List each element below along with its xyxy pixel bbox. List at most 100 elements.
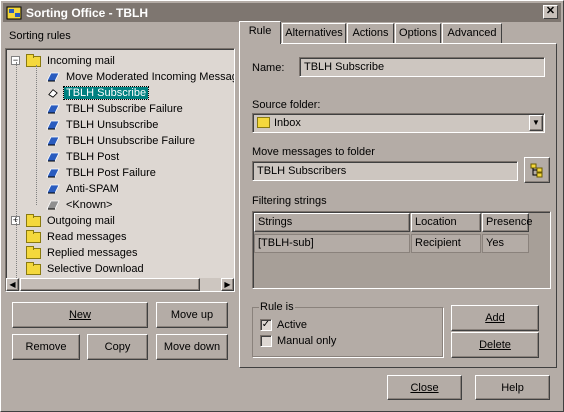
manual-only-label: Manual only [277, 335, 337, 347]
tree-folder[interactable]: Read messages [26, 229, 129, 245]
column-header-strings[interactable]: Strings [254, 213, 410, 232]
source-folder-select[interactable]: Inbox ▼ [252, 113, 545, 133]
tree-item-label: TBLH Unsubscribe Failure [66, 135, 195, 147]
scroll-thumb[interactable] [20, 278, 200, 291]
cell-location[interactable]: Recipient [411, 234, 481, 253]
tree-item-label: TBLH Post Failure [66, 167, 156, 179]
move-up-button[interactable]: Move up [156, 302, 228, 328]
copy-button[interactable]: Copy [87, 334, 148, 360]
browse-folder-button[interactable] [524, 157, 550, 183]
tree-rule[interactable]: TBLH Subscribe Failure [46, 101, 185, 117]
tree-folder[interactable]: Replied messages [26, 245, 140, 261]
active-checkbox[interactable]: ✓ [260, 319, 272, 331]
column-header-presence[interactable]: Presence [482, 213, 532, 232]
move-down-button[interactable]: Move down [156, 334, 228, 360]
sorting-rules-tree[interactable]: Incoming mail − Move Moderated Incoming Me… [5, 48, 235, 292]
tree-item-label: TBLH Post [66, 151, 120, 163]
tab-advanced[interactable]: Advanced [442, 23, 502, 43]
tree-folder[interactable]: Outgoing mail [26, 213, 117, 229]
manual-only-checkbox[interactable] [260, 335, 272, 347]
tree-item-label: <Known> [66, 199, 113, 211]
close-button[interactable]: Close [387, 375, 462, 400]
rule-icon [46, 200, 60, 210]
add-label: Add [485, 312, 505, 324]
tree-folder[interactable]: Incoming mail [26, 53, 117, 69]
tree-horizontal-scrollbar[interactable]: ◀ ▶ [6, 278, 234, 291]
cell-presence[interactable]: Yes [482, 234, 529, 253]
delete-button[interactable]: Delete [451, 332, 539, 358]
source-folder-value: Inbox [274, 117, 301, 129]
tree-rule[interactable]: <Known> [46, 197, 114, 213]
new-button[interactable]: New [12, 302, 148, 328]
help-label: Help [501, 382, 524, 394]
tab-advanced-label: Advanced [447, 27, 497, 39]
tree-item-label: Replied messages [47, 247, 138, 259]
cell-string[interactable]: [TBLH-sub] [254, 234, 410, 253]
tab-alternatives[interactable]: Alternatives [282, 23, 346, 43]
rule-icon [46, 104, 60, 114]
tab-rule[interactable]: Rule [239, 21, 281, 44]
tree-item-label: Incoming mail [47, 55, 115, 67]
name-label: Name: [252, 62, 285, 74]
rule-is-group: Rule is ✓ Active Manual only [252, 301, 443, 357]
tree-item-label: TBLH Subscribe [62, 86, 150, 100]
tree-rule[interactable]: Move Moderated Incoming Messag [46, 69, 235, 85]
title-bar: Sorting Office - TBLH ✕ [3, 3, 561, 22]
tree-rule[interactable]: TBLH Post Failure [46, 165, 158, 181]
rule-icon [46, 136, 60, 146]
new-button-label: New [68, 309, 91, 321]
tab-actions-label: Actions [352, 27, 389, 39]
rule-icon [46, 72, 60, 82]
move-down-label: Move down [163, 341, 221, 353]
folder-icon [26, 53, 41, 67]
tab-actions[interactable]: Actions [347, 23, 394, 43]
tab-alternatives-label: Alternatives [285, 27, 343, 39]
delete-label: Delete [479, 339, 511, 351]
folder-icon [26, 229, 41, 243]
close-window-button[interactable]: ✕ [543, 5, 558, 19]
move-to-folder-label: Move messages to folder [252, 146, 375, 158]
rule-is-label: Rule is [259, 301, 295, 313]
copy-label: Copy [104, 341, 131, 353]
tree-item-label: TBLH Subscribe Failure [66, 103, 183, 115]
column-header-location[interactable]: Location [411, 213, 481, 232]
move-up-label: Move up [170, 309, 214, 321]
remove-label: Remove [25, 341, 67, 353]
tree-rule[interactable]: TBLH Unsubscribe Failure [46, 133, 197, 149]
tab-options[interactable]: Options [395, 23, 441, 43]
manual-only-checkbox-row[interactable]: Manual only [260, 335, 336, 347]
arrow-right-icon: ▶ [224, 280, 231, 289]
rule-icon [46, 152, 60, 162]
help-button[interactable]: Help [475, 375, 550, 400]
rule-icon [46, 120, 60, 130]
rule-name-input[interactable]: TBLH Subscribe [299, 57, 545, 77]
filtering-strings-grid[interactable]: Strings Location Presence [TBLH-sub] Rec… [252, 211, 551, 289]
scroll-left-button[interactable]: ◀ [6, 278, 19, 291]
tree-rule[interactable]: TBLH Subscribe [46, 85, 150, 101]
arrow-left-icon: ◀ [9, 280, 16, 289]
tree-rule[interactable]: TBLH Post [46, 149, 121, 165]
window-title: Sorting Office - TBLH [26, 5, 148, 20]
tree-folder[interactable]: Selective Download [26, 261, 146, 277]
tree-item-label: Move Moderated Incoming Messag [66, 71, 235, 83]
rule-icon [46, 168, 60, 178]
chevron-down-icon: ▼ [532, 118, 540, 127]
source-folder-dropdown-button[interactable]: ▼ [529, 115, 543, 131]
active-label: Active [277, 319, 307, 331]
active-checkbox-row[interactable]: ✓ Active [260, 319, 307, 331]
folder-tree-icon [530, 163, 543, 178]
remove-button[interactable]: Remove [12, 334, 80, 360]
tab-rule-label: Rule [248, 25, 272, 37]
app-icon [6, 6, 22, 19]
filtering-strings-label: Filtering strings [252, 195, 327, 207]
tree-connector-line [16, 62, 17, 278]
tree-item-label: Outgoing mail [47, 215, 115, 227]
rule-edit-icon [48, 89, 58, 98]
scroll-right-button[interactable]: ▶ [221, 278, 234, 291]
tree-rule[interactable]: TBLH Unsubscribe [46, 117, 160, 133]
add-button[interactable]: Add [451, 305, 539, 331]
tab-options-label: Options [399, 27, 437, 39]
tree-rule[interactable]: Anti-SPAM [46, 181, 121, 197]
sorting-office-window: Sorting Office - TBLH ✕ Sorting rules In… [0, 0, 564, 412]
move-to-folder-input[interactable]: TBLH Subscribers [252, 161, 518, 181]
